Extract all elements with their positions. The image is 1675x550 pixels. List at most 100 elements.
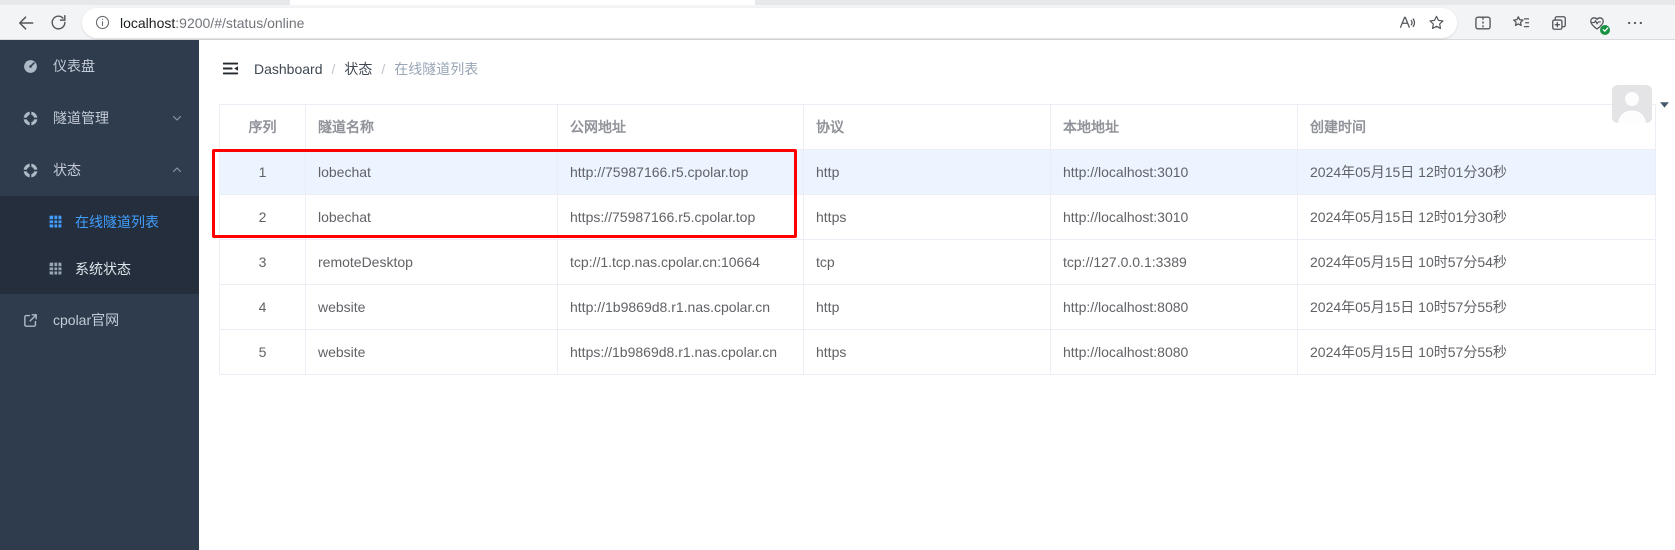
cell-local-address: http://localhost:8080	[1050, 284, 1298, 330]
table-row[interactable]: 2 lobechat https://75987166.r5.cpolar.to…	[219, 194, 1656, 240]
sidebar-item-label: 状态	[53, 162, 81, 178]
sidebar-item-label: 在线隧道列表	[75, 213, 159, 230]
column-header-seq: 序列	[219, 104, 306, 150]
browser-toolbar: localhost:9200/#/status/online	[0, 5, 1675, 40]
sidebar-toggle-button[interactable]	[214, 53, 246, 85]
sidebar-item-dashboard[interactable]: 仪表盘	[0, 40, 199, 92]
column-header-tunnel-name: 隧道名称	[305, 104, 558, 150]
page-content: 序列 隧道名称 公网地址 协议 本地地址 创建时间 1 lobechat htt…	[199, 97, 1675, 375]
cell-seq: 2	[219, 194, 306, 240]
column-header-created-time: 创建时间	[1297, 104, 1656, 150]
cell-seq: 1	[219, 149, 306, 195]
favorites-button[interactable]	[1505, 8, 1537, 38]
cell-protocol: http	[803, 284, 1051, 330]
sidebar: 仪表盘 隧道管理 状态 在线隧道列表 系统状态 cpolar官网	[0, 40, 199, 550]
sidebar-item-tunnel-management[interactable]: 隧道管理	[0, 92, 199, 144]
cell-created-time: 2024年05月15日 12时01分30秒	[1297, 194, 1656, 240]
breadcrumb-separator: /	[331, 60, 336, 77]
column-header-local-address: 本地地址	[1050, 104, 1298, 150]
app-root: 仪表盘 隧道管理 状态 在线隧道列表 系统状态 cpolar官网 Dashboa…	[0, 40, 1675, 550]
sidebar-item-label: 系统状态	[75, 260, 131, 277]
essentials-check-badge	[1600, 24, 1610, 35]
column-header-public-url: 公网地址	[557, 104, 804, 150]
cell-seq: 4	[219, 284, 306, 330]
cell-public-url: https://1b9869d8.r1.nas.cpolar.cn	[557, 329, 804, 375]
cell-created-time: 2024年05月15日 10时57分55秒	[1297, 329, 1656, 375]
split-screen-icon	[1473, 13, 1493, 33]
breadcrumb-item-current: 在线隧道列表	[394, 60, 479, 77]
cell-local-address: tcp://127.0.0.1:3389	[1050, 239, 1298, 285]
sidebar-item-status[interactable]: 状态	[0, 144, 199, 196]
external-link-icon	[22, 312, 39, 329]
table-row[interactable]: 1 lobechat http://75987166.r5.cpolar.top…	[219, 149, 1656, 195]
url-path: :9200/#/status/online	[175, 14, 305, 31]
favorite-star-button[interactable]	[1421, 10, 1451, 36]
sidebar-item-label: cpolar官网	[53, 312, 120, 328]
back-icon	[16, 13, 36, 33]
site-info-icon[interactable]	[94, 14, 111, 31]
cell-seq: 3	[219, 239, 306, 285]
refresh-icon	[49, 13, 68, 32]
browser-essentials-button[interactable]	[1581, 8, 1613, 38]
cell-public-url: https://75987166.r5.cpolar.top	[557, 194, 804, 240]
cell-tunnel-name: lobechat	[305, 194, 558, 240]
address-bar[interactable]: localhost:9200/#/status/online	[82, 7, 1457, 38]
grid-icon	[48, 261, 63, 276]
cell-created-time: 2024年05月15日 10时57分55秒	[1297, 284, 1656, 330]
main-area: Dashboard / 状态 / 在线隧道列表 序列 隧道名称 公网地址 协议 …	[199, 40, 1675, 550]
sidebar-item-label: 仪表盘	[53, 58, 95, 74]
sidebar-item-label: 隧道管理	[53, 110, 109, 126]
chevron-up-icon	[171, 164, 183, 176]
table-header-row: 序列 隧道名称 公网地址 协议 本地地址 创建时间	[219, 104, 1656, 150]
refresh-button[interactable]	[42, 8, 74, 38]
sidebar-item-system-status[interactable]: 系统状态	[0, 245, 199, 292]
collections-button[interactable]	[1543, 8, 1575, 38]
grid-icon	[48, 214, 63, 229]
cell-protocol: tcp	[803, 239, 1051, 285]
user-dropdown[interactable]	[1612, 85, 1670, 123]
column-header-protocol: 协议	[803, 104, 1051, 150]
collections-add-icon	[1549, 13, 1569, 33]
life-buoy-icon	[22, 110, 39, 127]
cell-tunnel-name: website	[305, 329, 558, 375]
online-tunnel-table: 序列 隧道名称 公网地址 协议 本地地址 创建时间 1 lobechat htt…	[219, 104, 1656, 375]
settings-menu-button[interactable]	[1619, 8, 1651, 38]
breadcrumb: Dashboard / 状态 / 在线隧道列表	[254, 59, 478, 79]
url-host: localhost	[120, 14, 176, 31]
cell-protocol: http	[803, 149, 1051, 195]
split-screen-button[interactable]	[1467, 8, 1499, 38]
cell-local-address: http://localhost:3010	[1050, 149, 1298, 195]
cell-tunnel-name: lobechat	[305, 149, 558, 195]
sidebar-item-cpolar-website[interactable]: cpolar官网	[0, 294, 199, 346]
table-row[interactable]: 3 remoteDesktop tcp://1.tcp.nas.cpolar.c…	[219, 239, 1656, 285]
read-aloud-icon	[1397, 13, 1416, 32]
star-icon	[1427, 13, 1446, 32]
avatar	[1612, 85, 1652, 123]
cell-protocol: https	[803, 329, 1051, 375]
table-row[interactable]: 4 website http://1b9869d8.r1.nas.cpolar.…	[219, 284, 1656, 330]
ellipsis-icon	[1625, 13, 1645, 33]
read-aloud-button[interactable]	[1391, 10, 1421, 36]
cell-public-url: http://75987166.r5.cpolar.top	[557, 149, 804, 195]
life-buoy-icon	[22, 162, 39, 179]
content-header: Dashboard / 状态 / 在线隧道列表	[199, 40, 1675, 97]
url-text: localhost:9200/#/status/online	[120, 15, 1391, 31]
cell-tunnel-name: remoteDesktop	[305, 239, 558, 285]
status-submenu: 在线隧道列表 系统状态	[0, 196, 199, 294]
gauge-icon	[22, 58, 39, 75]
cell-tunnel-name: website	[305, 284, 558, 330]
cell-public-url: http://1b9869d8.r1.nas.cpolar.cn	[557, 284, 804, 330]
cell-created-time: 2024年05月15日 10时57分54秒	[1297, 239, 1656, 285]
breadcrumb-item-dashboard[interactable]: Dashboard	[254, 61, 323, 77]
cell-created-time: 2024年05月15日 12时01分30秒	[1297, 149, 1656, 195]
caret-down-icon	[1659, 99, 1670, 110]
toolbar-right-cluster	[1467, 8, 1651, 38]
browser-chrome: localhost:9200/#/status/online	[0, 0, 1675, 40]
table-row[interactable]: 5 website https://1b9869d8.r1.nas.cpolar…	[219, 329, 1656, 375]
breadcrumb-item-status[interactable]: 状态	[344, 59, 372, 79]
back-button[interactable]	[10, 8, 42, 38]
cell-protocol: https	[803, 194, 1051, 240]
cell-local-address: http://localhost:3010	[1050, 194, 1298, 240]
sidebar-item-online-tunnel-list[interactable]: 在线隧道列表	[0, 198, 199, 245]
cell-seq: 5	[219, 329, 306, 375]
